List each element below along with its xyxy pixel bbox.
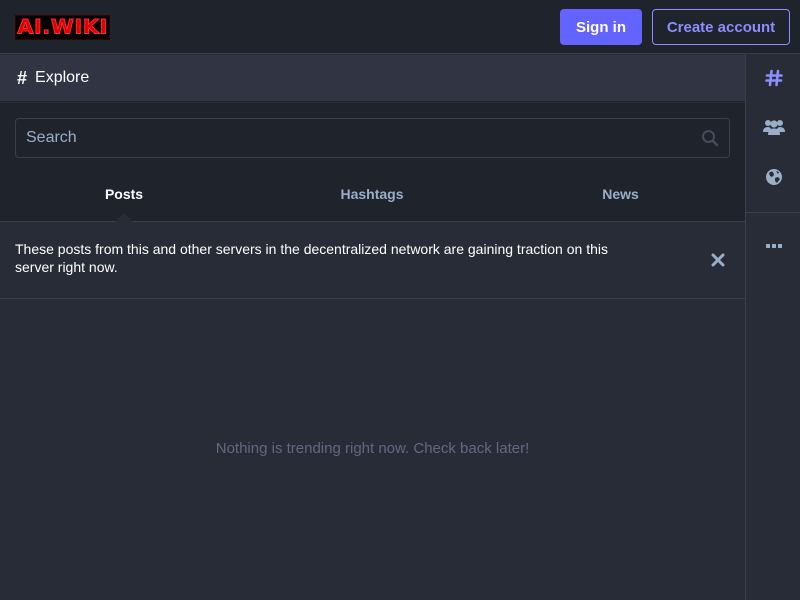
site-logo[interactable]: AI.WIKI (15, 15, 110, 40)
users-icon (762, 120, 785, 135)
tab-hashtags[interactable]: Hashtags (248, 165, 496, 222)
dismissable-banner: These posts from this and other servers … (0, 222, 745, 299)
search-icon[interactable] (701, 129, 719, 147)
globe-icon (765, 169, 782, 185)
search-box (15, 118, 730, 158)
tab-news[interactable]: News (496, 165, 745, 222)
search-area (0, 103, 745, 165)
nav-item-local[interactable] (746, 107, 800, 147)
active-tab-indicator (115, 213, 133, 222)
logo-text: AI.WIKI (17, 15, 108, 39)
nav-item-federated[interactable] (746, 157, 800, 197)
nav-item-more[interactable] (746, 226, 800, 266)
nav-item-explore[interactable] (746, 58, 800, 98)
empty-state-message: Nothing is trending right now. Check bac… (215, 440, 530, 457)
ellipsis-icon (765, 244, 782, 248)
nav-divider (746, 212, 800, 213)
banner-text: These posts from this and other servers … (15, 241, 608, 275)
explore-tabs: Posts Hashtags News (0, 165, 745, 222)
sign-in-button[interactable]: Sign in (560, 9, 642, 45)
hashtag-icon: # (17, 67, 28, 88)
hashtag-icon (764, 69, 783, 87)
top-bar: AI.WIKI Sign in Create account (0, 0, 800, 54)
explore-column: # Explore Posts Hashtags News These post… (0, 55, 745, 600)
create-account-button[interactable]: Create account (652, 9, 790, 45)
right-navigation (745, 55, 800, 600)
column-header[interactable]: # Explore (0, 55, 745, 102)
search-input[interactable] (26, 129, 686, 147)
column-title: Explore (35, 69, 90, 86)
close-icon[interactable] (710, 252, 726, 268)
